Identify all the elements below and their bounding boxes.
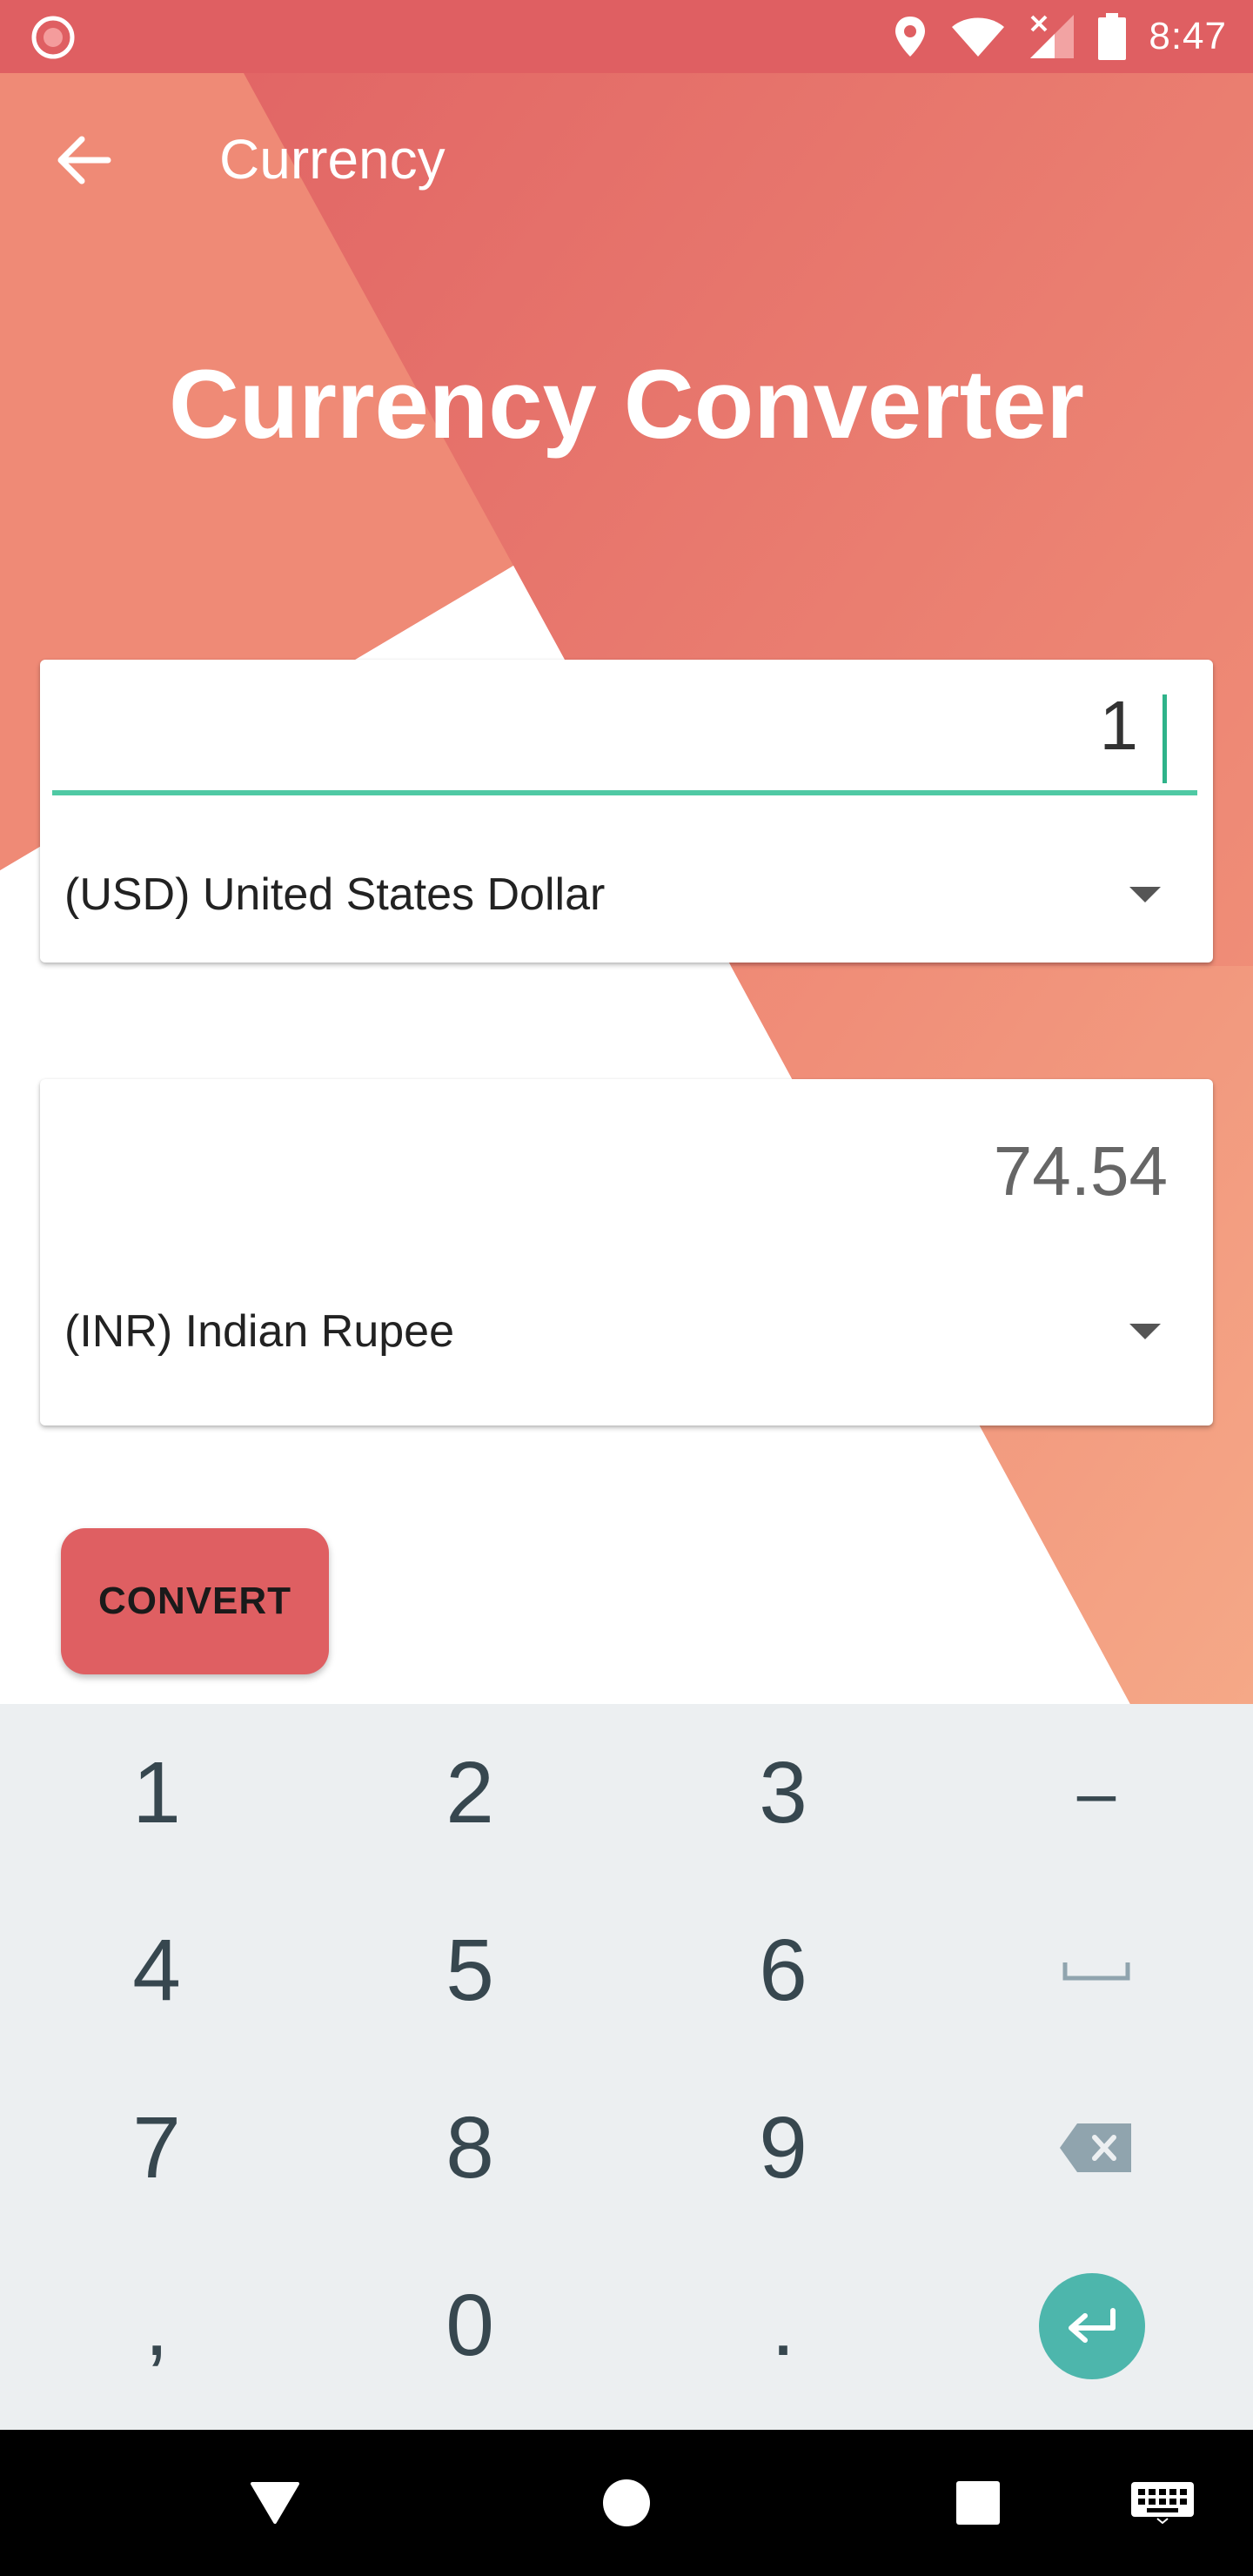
key-4[interactable]: 4 xyxy=(0,1882,313,2059)
from-currency-card: (USD) United States Dollar xyxy=(40,660,1213,963)
arrow-left-icon xyxy=(57,136,111,184)
app-root: 8:47 Currency Currency Converter (USD) U… xyxy=(0,0,1253,2576)
to-currency-select[interactable]: (INR) Indian Rupee xyxy=(64,1297,1161,1366)
key-5[interactable]: 5 xyxy=(313,1882,626,2059)
key-enter[interactable] xyxy=(1039,2273,1145,2379)
numeric-keyboard: 1 2 3 – 4 5 6 7 8 9 , 0 . xyxy=(0,1704,1253,2430)
nav-keyboard-button[interactable] xyxy=(1128,2468,1197,2538)
from-currency-label: (USD) United States Dollar xyxy=(64,869,606,920)
text-caret xyxy=(1163,694,1167,783)
battery-icon xyxy=(1098,13,1127,60)
status-time: 8:47 xyxy=(1149,15,1227,57)
key-3[interactable]: 3 xyxy=(626,1704,940,1882)
key-9[interactable]: 9 xyxy=(626,2059,940,2237)
dropdown-arrow-icon xyxy=(1129,887,1161,902)
key-1[interactable]: 1 xyxy=(0,1704,313,1882)
amount-input[interactable] xyxy=(52,682,1187,769)
convert-button[interactable]: CONVERT xyxy=(61,1528,329,1674)
to-currency-label: (INR) Indian Rupee xyxy=(64,1306,454,1357)
key-8[interactable]: 8 xyxy=(313,2059,626,2237)
nav-recents-button[interactable] xyxy=(943,2468,1013,2538)
signal-icon xyxy=(1030,15,1075,58)
app-bar-title: Currency xyxy=(219,128,446,191)
page-title: Currency Converter xyxy=(169,350,1084,459)
to-currency-card: 74.54 (INR) Indian Rupee xyxy=(40,1079,1213,1426)
enter-icon xyxy=(1069,2308,1116,2343)
keyboard-icon xyxy=(1131,2482,1194,2524)
key-period[interactable]: . xyxy=(626,2237,940,2414)
input-underline xyxy=(52,790,1197,795)
location-icon xyxy=(895,17,926,57)
key-6[interactable]: 6 xyxy=(626,1882,940,2059)
status-icons: 8:47 xyxy=(893,9,1227,64)
converted-amount: 74.54 xyxy=(993,1132,1168,1210)
key-minus[interactable]: – xyxy=(940,1704,1253,1882)
recents-square-icon xyxy=(956,2481,1000,2525)
key-7[interactable]: 7 xyxy=(0,2059,313,2237)
key-0[interactable]: 0 xyxy=(313,2237,626,2414)
nav-back-button[interactable] xyxy=(240,2468,310,2538)
from-currency-select[interactable]: (USD) United States Dollar xyxy=(64,860,1161,929)
key-backspace[interactable] xyxy=(940,2059,1253,2237)
home-circle-icon xyxy=(603,2479,650,2526)
dropdown-arrow-icon xyxy=(1129,1324,1161,1339)
app-bar: Currency xyxy=(0,73,1253,247)
key-comma[interactable]: , xyxy=(0,2237,313,2414)
back-button[interactable] xyxy=(49,125,118,195)
back-triangle-icon xyxy=(251,2482,299,2524)
key-2[interactable]: 2 xyxy=(313,1704,626,1882)
backspace-icon xyxy=(1060,2123,1131,2172)
system-nav-bar xyxy=(0,2430,1253,2576)
wifi-icon xyxy=(952,17,1005,57)
key-space[interactable] xyxy=(940,1882,1253,2059)
status-bar: 8:47 xyxy=(0,0,1253,73)
nav-home-button[interactable] xyxy=(592,2468,661,2538)
space-icon xyxy=(1062,1962,1130,1981)
record-icon xyxy=(31,16,75,59)
